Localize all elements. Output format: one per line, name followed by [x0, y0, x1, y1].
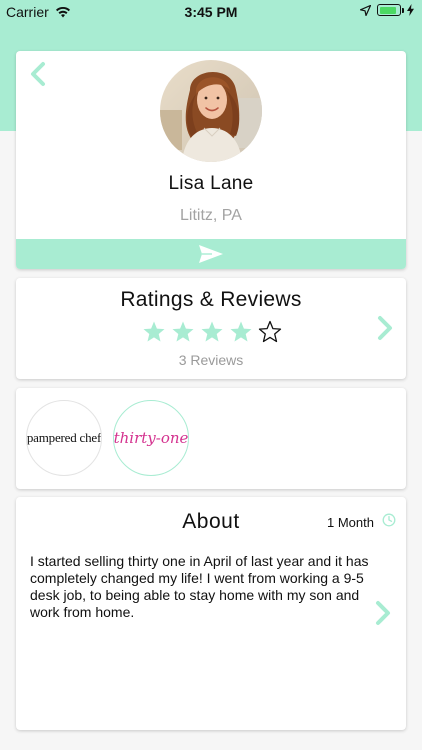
- company-name: thirty-one: [113, 429, 189, 447]
- ratings-card[interactable]: Ratings & Reviews 3 Reviews: [16, 278, 406, 379]
- star-filled-icon: [230, 321, 252, 342]
- star-filled-icon: [143, 321, 165, 342]
- charging-bolt-icon: [407, 4, 414, 16]
- chevron-left-icon[interactable]: [28, 61, 48, 87]
- clock-icon: [382, 513, 396, 527]
- profile-name: Lisa Lane: [168, 173, 254, 194]
- star-rating: [142, 320, 282, 344]
- chevron-right-icon[interactable]: [374, 600, 392, 626]
- profile-location: Lititz, PA: [180, 207, 242, 224]
- star-filled-icon: [172, 321, 194, 342]
- company-logo-thirty-one[interactable]: thirty-one: [113, 400, 189, 476]
- chevron-right-icon[interactable]: [376, 315, 394, 341]
- company-name: pampered chef: [26, 430, 102, 445]
- reviews-count: 3 Reviews: [178, 352, 244, 368]
- star-empty-icon: [258, 320, 282, 343]
- status-right: [360, 4, 414, 16]
- status-time: 3:45 PM: [184, 4, 238, 20]
- profile-card: Lisa Lane Lititz, PA: [16, 51, 406, 269]
- status-bar: Carrier 3:45 PM: [0, 0, 422, 24]
- battery-fill: [379, 6, 396, 14]
- location-arrow-icon: [360, 4, 371, 16]
- companies-card: pampered chef thirty-one: [16, 388, 406, 489]
- battery-icon: [377, 4, 404, 16]
- ratings-title: Ratings & Reviews: [120, 288, 302, 311]
- about-body: I started selling thirty one in April of…: [30, 553, 369, 620]
- about-duration: 1 Month: [327, 515, 374, 530]
- company-logo-pampered-chef[interactable]: pampered chef: [26, 400, 102, 476]
- avatar: [160, 60, 262, 162]
- about-card: About 1 Month I started selling thirty o…: [16, 497, 406, 730]
- avatar-photo: [160, 60, 262, 162]
- star-filled-icon: [201, 321, 223, 342]
- send-message-button[interactable]: [16, 239, 406, 269]
- paper-plane-icon: [199, 245, 223, 263]
